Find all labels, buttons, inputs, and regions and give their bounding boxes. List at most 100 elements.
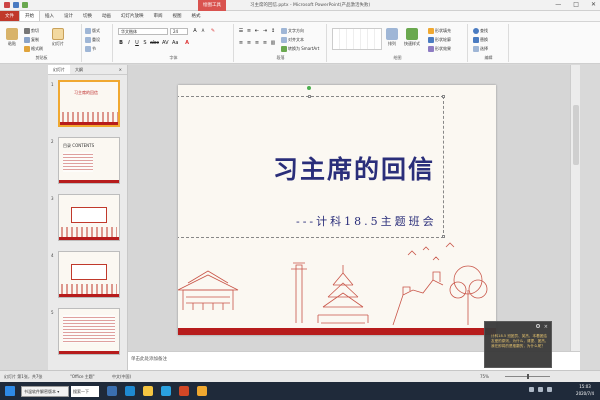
copy-button[interactable]: 复制 <box>24 37 39 43</box>
tab-slides-pane[interactable]: 幻灯片 <box>48 65 70 74</box>
scrollbar-thumb[interactable] <box>573 105 579 165</box>
arrange-button[interactable]: 排列 <box>386 28 398 47</box>
bullets-icon[interactable]: ☰ <box>238 28 244 34</box>
cut-button[interactable]: 剪切 <box>24 28 39 34</box>
drawing-group-label: 绘图 <box>393 55 402 60</box>
change-case-icon[interactable]: Aa <box>172 40 178 46</box>
font-size-combo[interactable]: 24 <box>170 28 188 35</box>
powerpoint-taskbar-icon[interactable] <box>179 386 189 396</box>
app-icon[interactable] <box>161 386 171 396</box>
app-icon[interactable] <box>197 386 207 396</box>
tab-home[interactable]: 开始 <box>19 11 40 21</box>
shape-effects-button[interactable]: 形状效果 <box>428 46 451 52</box>
quick-styles-button[interactable]: 快速样式 <box>404 28 420 47</box>
slide-thumbnail-4[interactable]: 4 <box>50 251 126 301</box>
pen-icon <box>428 37 434 43</box>
shapes-gallery[interactable] <box>332 28 382 50</box>
tab-outline-pane[interactable]: 大纲 <box>70 65 88 74</box>
slide-thumbnail-5[interactable]: 5 <box>50 308 126 358</box>
resize-handle[interactable] <box>308 95 311 98</box>
paragraph-group-label: 段落 <box>276 55 285 60</box>
tab-transitions[interactable]: 切换 <box>78 11 97 21</box>
edge-browser-icon[interactable] <box>125 386 135 396</box>
ime-icon[interactable] <box>547 387 552 392</box>
text-direction-button[interactable]: 文字方向 <box>281 28 304 34</box>
strikethrough-icon[interactable]: abc <box>150 40 159 46</box>
numbering-icon[interactable]: ≡ <box>246 28 252 34</box>
shape-outline-button[interactable]: 形状轮廓 <box>428 37 451 43</box>
grow-font-icon[interactable]: A <box>192 28 198 34</box>
tab-design[interactable]: 设计 <box>59 11 78 21</box>
tab-slideshow[interactable]: 幻灯片放映 <box>116 11 149 21</box>
shrink-font-icon[interactable]: A <box>200 28 206 34</box>
char-spacing-icon[interactable]: AV <box>162 40 169 46</box>
increase-indent-icon[interactable]: ⇥ <box>262 28 268 34</box>
underline-icon[interactable]: U <box>134 40 140 46</box>
notes-placeholder: 单击此处添加备注 <box>131 357 167 362</box>
section-button[interactable]: 节 <box>85 46 96 52</box>
zoom-level[interactable]: 75% <box>480 374 489 379</box>
reset-button[interactable]: 重设 <box>85 37 100 43</box>
format-painter-button[interactable]: 格式刷 <box>24 46 43 52</box>
find-button[interactable]: 查找 <box>473 28 488 34</box>
arrange-icon <box>386 28 398 40</box>
slide-thumbnail-1[interactable]: 1 习主席的回信 <box>50 80 126 130</box>
taskbar-input-box[interactable]: 书温软件解密版本 ▾ <box>21 385 69 397</box>
align-center-icon[interactable]: ≡ <box>246 40 252 46</box>
tab-format[interactable]: 格式 <box>187 11 206 21</box>
layout-button[interactable]: 版式 <box>85 28 100 34</box>
italic-icon[interactable]: I <box>126 40 132 46</box>
zoom-slider[interactable] <box>505 374 550 379</box>
vertical-scrollbar[interactable] <box>570 65 580 351</box>
save-icon[interactable] <box>13 2 19 8</box>
tab-file[interactable]: 文件 <box>0 11 19 21</box>
undo-icon[interactable] <box>22 2 28 8</box>
columns-icon[interactable]: ▥ <box>270 40 276 46</box>
clear-format-icon[interactable]: ✎ <box>210 28 216 34</box>
maximize-button[interactable]: □ <box>573 1 579 8</box>
quick-access-toolbar[interactable] <box>4 2 28 8</box>
slide-subtitle[interactable]: ---计科18.5主题班会 <box>296 213 437 229</box>
line-spacing-icon[interactable]: ↕ <box>270 28 276 34</box>
font-name-combo[interactable]: 华文楷体 <box>118 28 168 35</box>
notification-popup[interactable]: × 计科18.5 班团员、英杰、本着团结友爱的原则，为什么，请提、团杰、我在即将… <box>484 321 552 368</box>
tab-view[interactable]: 视图 <box>168 11 187 21</box>
minimize-button[interactable]: — <box>555 1 561 8</box>
paste-button[interactable]: 粘贴 <box>6 28 18 47</box>
align-left-icon[interactable]: ≡ <box>238 40 244 46</box>
start-button-icon[interactable] <box>5 386 15 396</box>
bold-icon[interactable]: B <box>118 40 124 46</box>
task-view-icon[interactable] <box>107 386 117 396</box>
network-icon[interactable] <box>529 387 534 392</box>
convert-smartart-button[interactable]: 转换为 SmartArt <box>281 46 319 52</box>
select-button[interactable]: 选择 <box>473 46 488 52</box>
slide-thumbnail-3[interactable]: 3 <box>50 194 126 244</box>
settings-icon[interactable] <box>536 324 540 328</box>
shadow-icon[interactable]: S <box>142 40 148 46</box>
align-right-icon[interactable]: ≡ <box>254 40 260 46</box>
system-clock[interactable]: 15:03 2020/7/4 <box>576 383 594 397</box>
slide-canvas[interactable]: 习主席的回信 ---计科18.5主题班会 <box>178 85 496 335</box>
replace-button[interactable]: 替换 <box>473 37 488 43</box>
taskbar-search-box[interactable]: 搜索一下 <box>71 385 99 397</box>
shape-fill-button[interactable]: 形状填充 <box>428 28 451 34</box>
drawing-tools-context-tab: 绘图工具 <box>198 0 226 11</box>
tab-insert[interactable]: 插入 <box>40 11 59 21</box>
slide-thumbnail-2[interactable]: 2 目录 CONTENTS <box>50 137 126 187</box>
pane-close-icon[interactable]: × <box>114 65 127 74</box>
align-text-button[interactable]: 对齐文本 <box>281 37 304 43</box>
justify-icon[interactable]: ≡ <box>262 40 268 46</box>
close-button[interactable]: ✕ <box>591 1 596 8</box>
notification-close-icon[interactable]: × <box>544 324 548 330</box>
file-explorer-icon[interactable] <box>143 386 153 396</box>
font-color-icon[interactable]: A <box>184 40 190 46</box>
status-bar: 幻灯片 第1张，共7张 "Office 主题" 中文(中国) 75% <box>0 370 600 382</box>
rotate-handle[interactable] <box>307 86 311 90</box>
decrease-indent-icon[interactable]: ⇤ <box>254 28 260 34</box>
tab-review[interactable]: 审阅 <box>149 11 168 21</box>
slide-title[interactable]: 习主席的回信 <box>273 150 435 186</box>
resize-handle[interactable] <box>442 95 445 98</box>
volume-icon[interactable] <box>538 387 543 392</box>
new-slide-button[interactable]: 幻灯片 <box>52 28 64 47</box>
tab-animations[interactable]: 动画 <box>97 11 116 21</box>
